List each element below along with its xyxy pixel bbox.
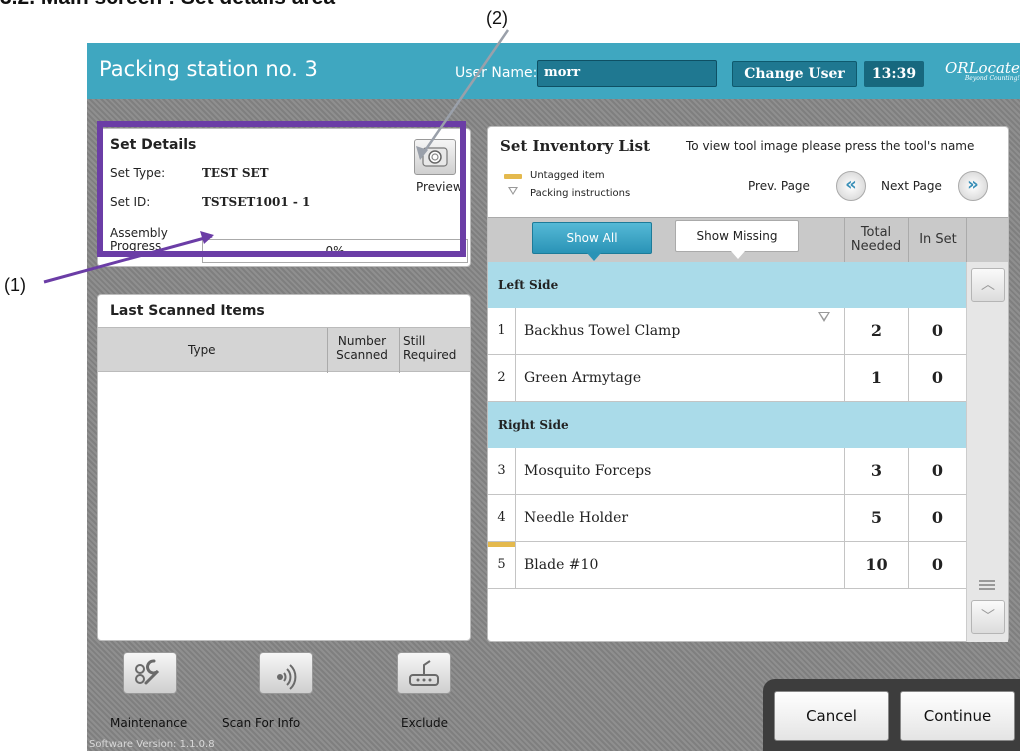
annotation-arrows (43, 29, 510, 284)
